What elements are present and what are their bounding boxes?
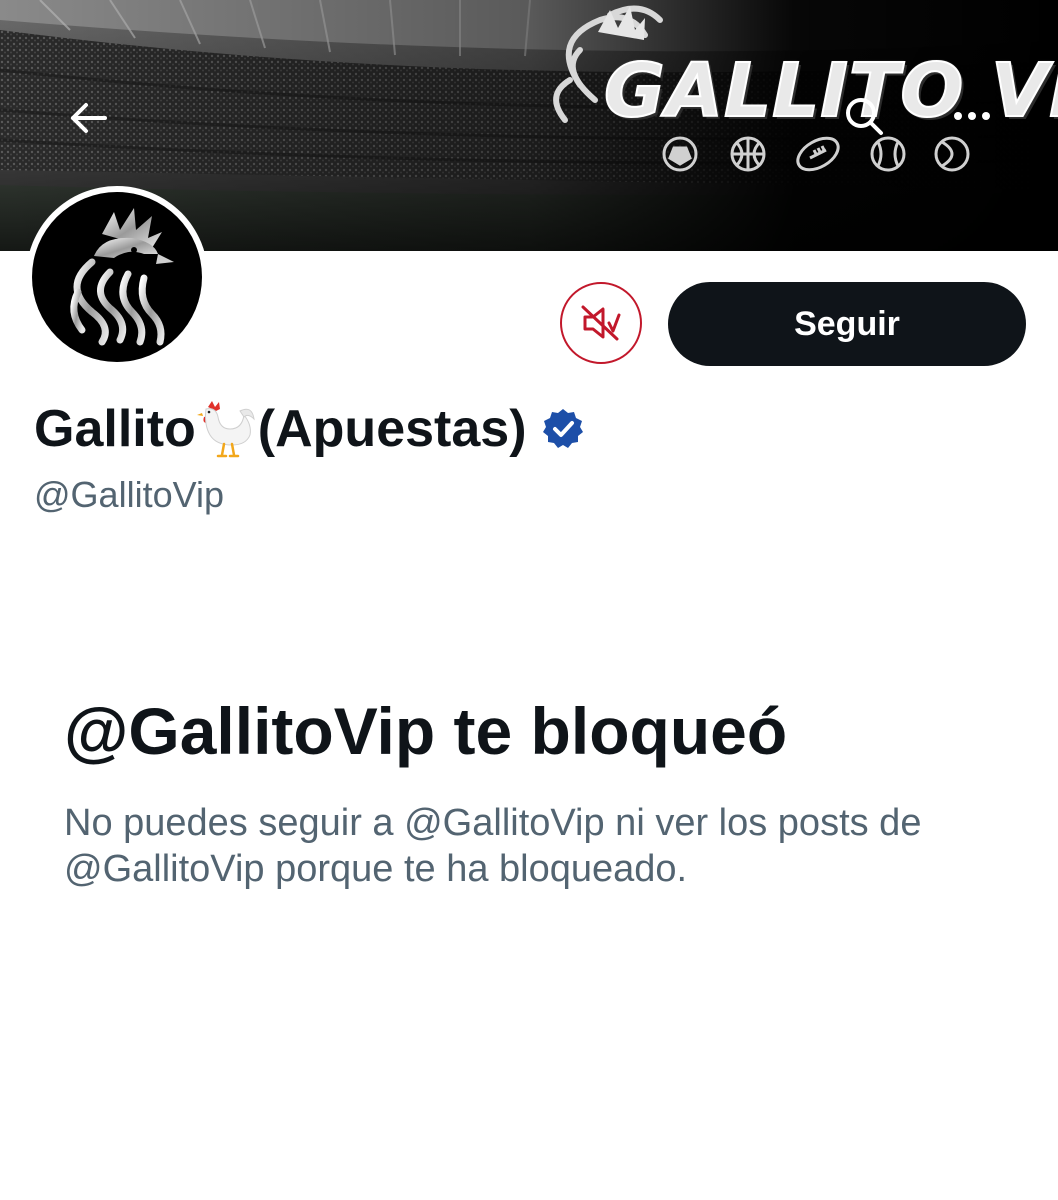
search-button[interactable] xyxy=(836,88,892,144)
profile-handle: @GallitoVip xyxy=(34,474,224,515)
back-button[interactable] xyxy=(60,90,116,146)
profile-display-name: Gallito (Apuestas) xyxy=(34,398,585,460)
search-icon xyxy=(846,98,883,135)
avatar-image xyxy=(32,192,202,362)
display-name-suffix: (Apuestas) xyxy=(257,400,527,458)
rooster-emoji-icon xyxy=(196,401,255,458)
muted-speaker-icon xyxy=(581,305,621,341)
avatar[interactable] xyxy=(26,186,208,368)
verified-badge-icon xyxy=(542,409,583,448)
back-arrow-icon xyxy=(71,103,107,133)
display-name-prefix: Gallito xyxy=(34,400,196,458)
unmute-button[interactable] xyxy=(560,282,642,364)
rooster-avatar-icon xyxy=(70,208,174,346)
blocked-description: No puedes seguir a @GallitoVip ni ver lo… xyxy=(64,802,922,890)
more-options-button[interactable] xyxy=(944,88,1000,144)
follow-button[interactable]: Seguir xyxy=(668,282,1026,366)
more-icon xyxy=(954,112,990,120)
sport-balls-icon xyxy=(662,136,970,172)
blocked-title: @GallitoVip te bloqueó xyxy=(64,694,788,768)
